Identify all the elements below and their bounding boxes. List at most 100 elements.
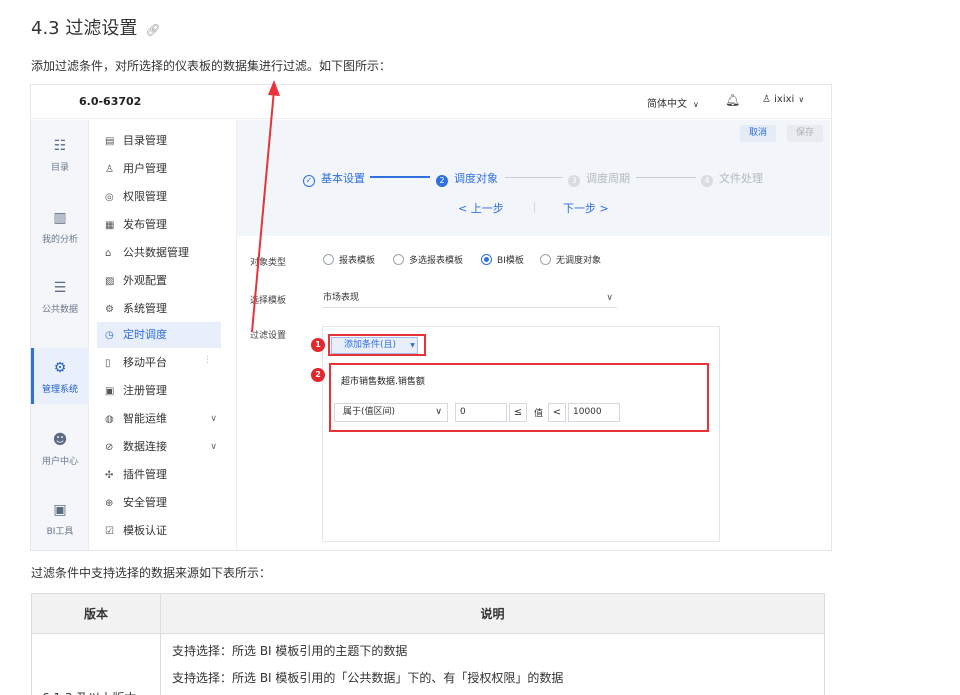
step-label: 文件处理 [719,172,763,185]
radio-circle [540,254,551,265]
chevron-down-icon: ∨ [210,442,217,452]
menu-label: 权限管理 [123,190,167,203]
chevron-down-icon: ∨ [798,95,805,104]
rail-item-catalog[interactable]: ☷ 目录 [31,126,89,182]
menu-item-catalog[interactable]: ▤ 目录管理 [97,128,221,154]
menu-item-plugins[interactable]: ✣ 插件管理 [97,462,221,488]
user-icon: ♙ [762,94,775,105]
menu-label: 移动平台 [123,356,167,369]
certify-icon: ☑ [105,526,114,537]
plugin-icon: ✣ [105,470,114,481]
menu-item-data-connection[interactable]: ⊘ 数据连接 ∨ [97,434,221,460]
rail-item-management[interactable]: ⚙ 管理系统 [31,348,89,404]
step-connector [505,177,563,178]
min-compare-select[interactable]: ≤ [509,403,527,422]
prev-step-button[interactable]: < 上一步 [458,200,504,216]
user-menu[interactable]: ♙ ixixi ∨ [762,94,804,105]
radio-report-template[interactable]: 报表模板 [323,253,375,266]
cell-version: 6.1.3 及以上版本 [31,633,161,695]
object-type-label: 对象类型 [250,258,287,268]
appearance-icon: ▨ [105,276,115,287]
operator-value: 属于(值区间) [343,407,396,417]
version-label: 6.0-63702 [79,95,142,108]
add-condition-button[interactable]: 添加条件(且) [331,337,415,354]
menu-item-appearance[interactable]: ▨ 外观配置 [97,268,221,294]
user-icon: ♙ [105,164,114,175]
min-value-input[interactable]: 0 [455,403,507,422]
list-icon: ☷ [53,138,67,154]
chevron-down-icon: ∨ [210,414,217,424]
toolbox-icon: ▣ [53,502,67,518]
user-name: ixixi [774,94,795,105]
step-schedule-cycle[interactable]: 3 调度周期 [568,170,630,187]
menu-item-ops[interactable]: ◍ 智能运维 ∨ [97,406,221,432]
menu-item-security[interactable]: ⊕ 安全管理 [97,490,221,516]
step-number: 3 [568,175,580,187]
template-select[interactable]: 市场表现 ∨ [323,288,617,308]
sub-menu: ▤ 目录管理 ♙ 用户管理 ◎ 权限管理 ▦ 发布管理 ⌂ 公共数据管理 ▨ 外观配置 ⚙ 系… [89,120,237,550]
radio-bi-template[interactable]: BI模板 [481,253,524,266]
table-intro: 过滤条件中支持选择的数据来源如下表所示： [31,566,272,580]
rail-item-user-center[interactable]: ☻ 用户中心 [31,420,89,476]
menu-label: 公共数据管理 [123,246,189,259]
cell-description: 支持选择：所选 BI 模板引用的主题下的数据 支持选择：所选 BI 模板引用的「… [160,633,825,695]
menu-item-schedule[interactable]: ◷ 定时调度 [97,322,221,348]
database-icon: ☰ [53,280,67,296]
radio-label: BI模板 [497,256,524,266]
section-title: 4.3 过滤设置 🔗︎ [31,14,161,40]
menu-item-users[interactable]: ♙ 用户管理 [97,156,221,182]
radio-circle [393,254,404,265]
version-table: 版本 说明 6.1.3 及以上版本 支持选择：所选 BI 模板引用的主题下的数据… [31,593,825,695]
cancel-button[interactable]: 取消 [740,125,776,142]
menu-label: 智能运维 [123,412,167,425]
clock-icon: ◷ [105,330,114,341]
step-number: 4 [701,175,713,187]
menu-item-certification[interactable]: ☑ 模板认证 [97,518,221,544]
menu-label: 插件管理 [123,468,167,481]
rail-label: 公共数据 [41,305,78,315]
intro-text: 添加过滤条件，对所选择的仪表板的数据集进行过滤。如下图所示： [31,59,392,73]
rail-label: 用户中心 [41,457,78,467]
publish-icon: ▦ [105,220,115,231]
rail-item-public-data[interactable]: ☰ 公共数据 [31,268,89,324]
language-label: 简体中文 [647,99,687,110]
nav-divider [534,202,535,213]
bell-icon[interactable]: 🔔︎ [725,93,740,107]
catalog-icon: ▤ [105,136,115,147]
resize-handle[interactable]: ⋮ [203,355,212,365]
template-value: 市场表现 [323,293,360,303]
gear-icon: ⚙ [53,360,67,376]
step-basic-settings[interactable]: ✓ 基本设置 [303,170,365,187]
step-label: 调度周期 [586,172,630,185]
step-file-handling[interactable]: 4 文件处理 [701,170,763,187]
radio-circle [481,254,492,265]
menu-item-publish[interactable]: ▦ 发布管理 [97,212,221,238]
radio-label: 多选报表模板 [409,256,464,266]
next-step-button[interactable]: 下一步 > [563,200,609,216]
permission-icon: ◎ [105,192,114,203]
max-compare-select[interactable]: < [548,403,566,422]
nav-rail: ☷ 目录 ▥ 我的分析 ☰ 公共数据 ⚙ 管理系统 ☻ 用户中心 ▣ BI工具 [31,120,89,550]
menu-item-public-data[interactable]: ⌂ 公共数据管理 [97,240,221,266]
caret-down-icon[interactable]: ▼ [408,337,418,354]
save-button[interactable]: 保存 [787,125,823,142]
max-value-input[interactable]: 10000 [568,403,620,422]
description-line: 支持选择：所选 BI 模板引用的「公共数据」下的、有「授权权限」的数据 [172,671,564,685]
language-select[interactable]: 简体中文 ∨ [647,95,699,110]
chevron-down-icon: ∨ [693,100,699,109]
menu-item-system[interactable]: ⚙ 系统管理 [97,296,221,322]
radio-no-object[interactable]: 无调度对象 [540,253,601,266]
step-schedule-object[interactable]: 2 调度对象 [436,170,498,187]
menu-item-register[interactable]: ▣ 注册管理 [97,378,221,404]
filter-label: 过滤设置 [250,331,287,341]
operator-select[interactable]: 属于(值区间) ∨ [334,403,448,422]
radio-multi-report[interactable]: 多选报表模板 [393,253,463,266]
chevron-down-icon: ∨ [606,293,613,303]
rail-item-bi-tools[interactable]: ▣ BI工具 [31,490,89,546]
menu-item-permissions[interactable]: ◎ 权限管理 [97,184,221,210]
anchor-link-icon[interactable]: 🔗︎ [145,23,160,37]
rail-item-analysis[interactable]: ▥ 我的分析 [31,198,89,254]
menu-label: 定时调度 [123,328,167,341]
field-name: 超市销售数据.销售额 [341,377,425,387]
menu-label: 数据连接 [123,440,167,453]
